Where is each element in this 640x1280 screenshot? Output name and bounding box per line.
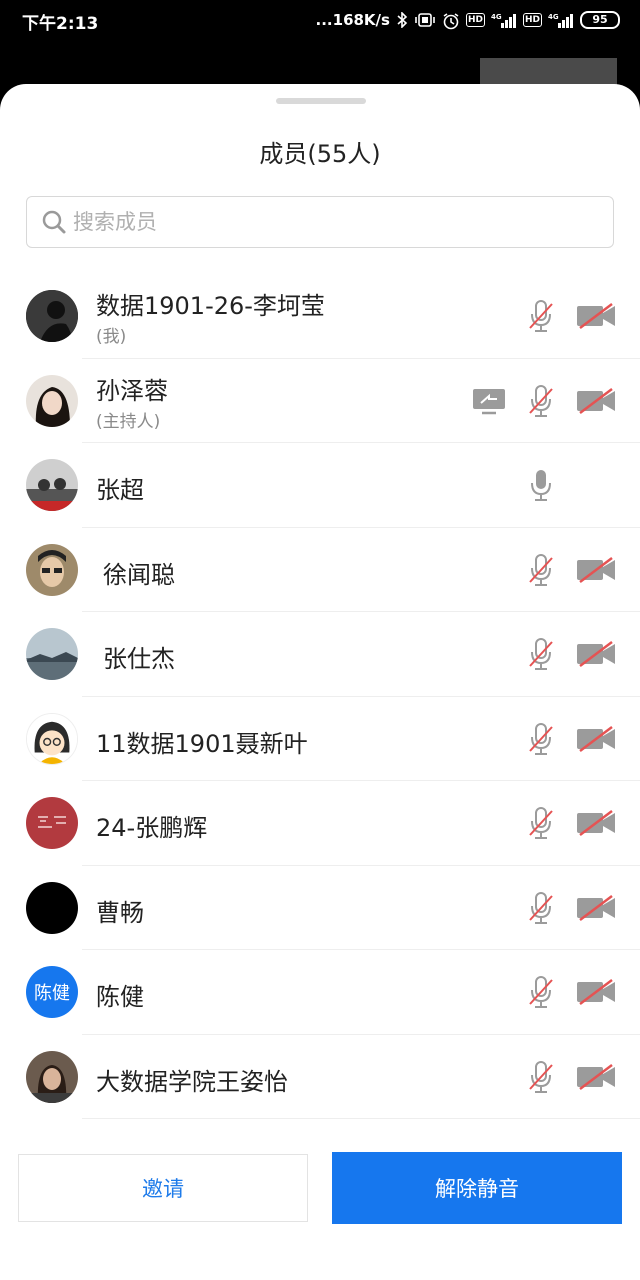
hd-badge: HD (465, 13, 485, 27)
video-off-icon[interactable] (576, 1063, 616, 1091)
member-row[interactable]: 徐闻聪 (0, 528, 640, 612)
member-name: 大数据学院王姿怡 (96, 1067, 288, 1096)
avatar (26, 881, 78, 934)
hd-badge-2: HD (522, 13, 542, 27)
bluetooth-icon (396, 11, 408, 29)
avatar (26, 1050, 78, 1103)
avatar (26, 459, 78, 511)
status-indicators: ...168K/s HD 4G HD 4G 95 (316, 8, 620, 32)
vibrate-icon (414, 12, 436, 28)
member-row[interactable]: 曹畅 (0, 866, 640, 950)
video-off-icon[interactable] (576, 809, 616, 837)
mic-muted-icon[interactable] (528, 974, 554, 1010)
member-row[interactable]: 孙泽蓉 (主持人) (0, 359, 640, 443)
members-sheet: 成员(55人) 数据1901-26-李坷莹 (我) (0, 84, 640, 1280)
avatar (26, 290, 78, 342)
search-icon (42, 210, 66, 234)
member-row[interactable]: 张超 (0, 443, 640, 528)
mic-muted-icon[interactable] (528, 298, 554, 334)
mic-muted-icon[interactable] (528, 1059, 554, 1095)
video-off-icon[interactable] (576, 302, 616, 330)
svg-text:4G: 4G (548, 13, 559, 21)
invite-button[interactable]: 邀请 (18, 1154, 308, 1222)
network-speed: ...168K/s (315, 11, 390, 29)
avatar (26, 712, 78, 765)
video-off-icon[interactable] (576, 387, 616, 415)
signal-icon-2: 4G (548, 12, 574, 28)
video-off-icon[interactable] (576, 725, 616, 753)
member-name: 张仕杰 (103, 645, 175, 673)
member-row[interactable]: 陈健 陈健 (0, 950, 640, 1035)
member-name: 孙泽蓉 (96, 376, 168, 405)
mic-muted-icon[interactable] (528, 721, 554, 757)
screen-share-icon (472, 387, 506, 415)
video-off-icon[interactable] (576, 556, 616, 584)
avatar-initials: 陈健 (34, 983, 70, 1004)
video-off-icon[interactable] (576, 978, 616, 1006)
mic-muted-icon[interactable] (528, 383, 554, 419)
video-off-icon[interactable] (576, 640, 616, 668)
member-row[interactable]: 大数据学院王姿怡 (0, 1035, 640, 1119)
member-row[interactable]: 24-张鹏辉 (0, 781, 640, 866)
avatar (26, 543, 78, 596)
mic-muted-icon[interactable] (528, 890, 554, 926)
drag-handle[interactable] (276, 98, 366, 104)
member-name: 陈健 (96, 983, 144, 1011)
status-time: 下午2:13 (22, 14, 99, 34)
member-name: 11数据1901聂新叶 (96, 729, 308, 758)
member-row[interactable]: 11数据1901聂新叶 (0, 697, 640, 781)
video-off-icon[interactable] (576, 894, 616, 922)
avatar (26, 628, 78, 680)
battery-indicator: 95 (580, 11, 620, 29)
member-row[interactable]: 数据1901-26-李坷莹 (我) (0, 274, 640, 359)
avatar (26, 797, 78, 849)
member-role: (主持人) (96, 411, 161, 432)
mic-icon[interactable] (528, 467, 554, 503)
search-input[interactable] (73, 210, 553, 234)
member-list: 数据1901-26-李坷莹 (我) 孙泽蓉 (主持人) 张超 徐闻聪 张仕杰 1… (0, 274, 640, 1119)
member-name: 数据1901-26-李坷莹 (96, 292, 325, 320)
member-name: 张超 (96, 476, 144, 504)
search-box[interactable] (26, 196, 614, 248)
member-name: 徐闻聪 (103, 560, 175, 589)
sheet-title: 成员(55人) (259, 140, 381, 168)
unmute-button[interactable]: 解除静音 (332, 1152, 622, 1224)
avatar (26, 374, 78, 427)
avatar: 陈健 (26, 966, 78, 1018)
divider (82, 1118, 640, 1119)
member-name: 曹畅 (96, 898, 144, 927)
status-bar: 下午2:13 ...168K/s HD 4G HD 4G 95 (0, 0, 640, 40)
member-row[interactable]: 张仕杰 (0, 612, 640, 697)
mic-muted-icon[interactable] (528, 805, 554, 841)
signal-icon: 4G (491, 12, 517, 28)
bottom-actions: 邀请 解除静音 (0, 1152, 640, 1224)
member-role: (我) (96, 327, 127, 347)
alarm-icon (442, 12, 460, 30)
mic-muted-icon[interactable] (528, 552, 554, 588)
mic-muted-icon[interactable] (528, 636, 554, 672)
member-name: 24-张鹏辉 (96, 814, 208, 842)
svg-text:4G: 4G (491, 13, 502, 21)
